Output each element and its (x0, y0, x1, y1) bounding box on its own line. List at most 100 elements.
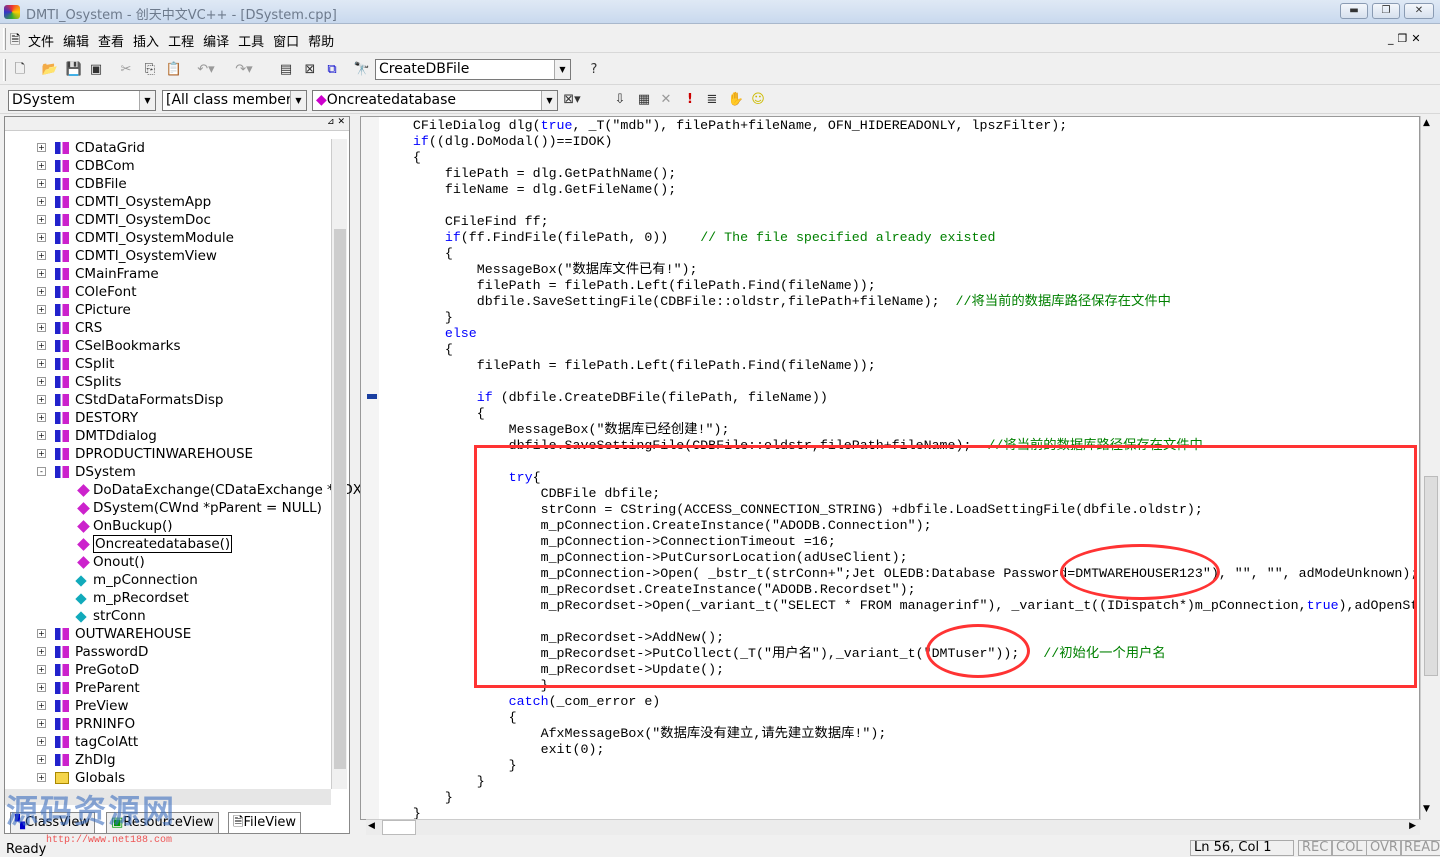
tree-item[interactable]: + CDBFile (5, 175, 327, 193)
mdi-controls[interactable]: _❐✕ (1388, 32, 1425, 45)
tree-item[interactable]: + CPicture (5, 301, 327, 319)
tree-item[interactable]: Onout() (5, 553, 327, 571)
expand-icon[interactable]: + (37, 215, 46, 224)
tree-item[interactable]: + CDMTI_OsystemView (5, 247, 327, 265)
tree-item[interactable]: + DESTORY (5, 409, 327, 427)
scroll-left-icon[interactable]: ◀ (368, 821, 375, 831)
tree-item[interactable]: - DSystem (5, 463, 327, 481)
tree-item[interactable]: + Globals (5, 769, 327, 787)
tree-item[interactable]: + CDMTI_OsystemModule (5, 229, 327, 247)
save-all-icon[interactable]: ▣ (86, 60, 106, 80)
open-icon[interactable]: 📂 (40, 60, 60, 80)
expand-icon[interactable]: + (37, 341, 46, 350)
chevron-down-icon[interactable]: ▼ (139, 91, 155, 110)
scroll-thumb[interactable] (1424, 476, 1438, 676)
tree-item[interactable]: + PasswordD (5, 643, 327, 661)
close-button[interactable]: ✕ (1404, 3, 1434, 19)
scroll-right-icon[interactable]: ▶ (1409, 821, 1416, 831)
tree-item[interactable]: + CStdDataFormatsDisp (5, 391, 327, 409)
panel-close-button[interactable]: ⊿ ✕ (5, 117, 349, 131)
minimize-button[interactable]: ▬ (1340, 3, 1368, 19)
tree-item[interactable]: m_pRecordset (5, 589, 327, 607)
compile-icon[interactable]: ⇩ (610, 90, 630, 110)
expand-icon[interactable]: + (37, 395, 46, 404)
new-file-icon[interactable]: 🗋 (10, 60, 30, 80)
expand-icon[interactable]: + (37, 143, 46, 152)
output-icon[interactable]: ⊠ (300, 60, 320, 80)
redo-icon[interactable]: ↷▾ (234, 60, 254, 80)
tree-item[interactable]: OnBuckup() (5, 517, 327, 535)
expand-icon[interactable]: + (37, 359, 46, 368)
tree-item[interactable]: + PreParent (5, 679, 327, 697)
expand-icon[interactable]: + (37, 233, 46, 242)
scroll-down-icon[interactable]: ▼ (1423, 804, 1430, 814)
chevron-down-icon[interactable]: ▼ (541, 91, 557, 110)
find-in-files-icon[interactable]: 🔭 (352, 60, 372, 80)
expand-icon[interactable]: + (37, 719, 46, 728)
expand-icon[interactable]: + (37, 161, 46, 170)
expand-icon[interactable]: + (37, 413, 46, 422)
tree-item[interactable]: + CMainFrame (5, 265, 327, 283)
filter-combo[interactable]: [All class members] ▼ (162, 90, 307, 111)
expand-icon[interactable]: + (37, 179, 46, 188)
menu-item[interactable]: 工具 (238, 35, 264, 50)
go-icon[interactable]: ≣ (702, 90, 722, 110)
tree-item[interactable]: + DMTDdialog (5, 427, 327, 445)
save-icon[interactable]: 💾 (64, 60, 84, 80)
editor-horizontal-scrollbar[interactable]: ◀ ▶ (366, 819, 1420, 835)
breakpoint-hand-icon[interactable]: ✋ (726, 90, 746, 110)
wizard-action-icon[interactable]: ⊠▾ (562, 90, 582, 110)
expand-icon[interactable]: + (37, 377, 46, 386)
tree-item[interactable]: + CSplit (5, 355, 327, 373)
tree-item[interactable]: + tagColAtt (5, 733, 327, 751)
tree-item[interactable]: + CDBCom (5, 157, 327, 175)
expand-icon[interactable]: + (37, 251, 46, 260)
maximize-button[interactable]: ❐ (1372, 3, 1400, 19)
paste-icon[interactable]: 📋 (164, 60, 184, 80)
tree-item[interactable]: + CDMTI_OsystemDoc (5, 211, 327, 229)
menu-item[interactable]: 编译 (203, 35, 229, 50)
tab-fileview[interactable]: 🗎FileView (228, 812, 302, 834)
tree-item[interactable]: + CDataGrid (5, 139, 327, 157)
find-combo[interactable]: CreateDBFile ▼ (375, 59, 571, 80)
menu-item[interactable]: 插入 (133, 35, 159, 50)
menu-item[interactable]: 帮助 (308, 35, 334, 50)
menu-item[interactable]: 查看 (98, 35, 124, 50)
tree-item[interactable]: + CRS (5, 319, 327, 337)
expand-icon[interactable]: + (37, 431, 46, 440)
workspace-icon[interactable]: ▤ (276, 60, 296, 80)
scroll-thumb[interactable] (382, 820, 416, 835)
tree-item[interactable]: DSystem(CWnd *pParent = NULL) (5, 499, 327, 517)
expand-icon[interactable]: + (37, 701, 46, 710)
tree-item[interactable]: + DPRODUCTINWAREHOUSE (5, 445, 327, 463)
scroll-thumb[interactable] (334, 229, 346, 769)
expand-icon[interactable]: + (37, 197, 46, 206)
tree-item[interactable]: Oncreatedatabase() (5, 535, 327, 553)
tree-vertical-scrollbar[interactable] (331, 139, 347, 789)
tree-item[interactable]: + PRNINFO (5, 715, 327, 733)
build-icon[interactable]: ▦ (634, 90, 654, 110)
tree-item[interactable]: m_pConnection (5, 571, 327, 589)
expand-icon[interactable]: + (37, 647, 46, 656)
expand-icon[interactable]: + (37, 323, 46, 332)
tree-item[interactable]: + PreGotoD (5, 661, 327, 679)
tree-item[interactable]: DoDataExchange(CDataExchange *pDX) (5, 481, 367, 499)
menu-item[interactable]: 工程 (168, 35, 194, 50)
scroll-up-icon[interactable]: ▲ (1423, 118, 1430, 128)
editor-vertical-scrollbar[interactable]: ▲ ▼ (1420, 116, 1440, 820)
chevron-down-icon[interactable]: ▼ (290, 91, 306, 110)
execute-icon[interactable]: ! (680, 90, 700, 110)
expand-icon[interactable]: + (37, 269, 46, 278)
collapse-icon[interactable]: - (37, 467, 46, 476)
expand-icon[interactable]: + (37, 665, 46, 674)
tree-item[interactable]: + CDMTI_OsystemApp (5, 193, 327, 211)
tree-item[interactable]: + CSelBookmarks (5, 337, 327, 355)
expand-icon[interactable]: + (37, 773, 46, 782)
tree-item[interactable]: + OUTWAREHOUSE (5, 625, 327, 643)
expand-icon[interactable]: + (37, 305, 46, 314)
stop-build-icon[interactable]: ✕ (656, 90, 676, 110)
expand-icon[interactable]: + (37, 629, 46, 638)
help-search-icon[interactable]: ? (584, 60, 604, 80)
tree-item[interactable]: + PreView (5, 697, 327, 715)
copy-icon[interactable]: ⎘ (140, 60, 160, 80)
